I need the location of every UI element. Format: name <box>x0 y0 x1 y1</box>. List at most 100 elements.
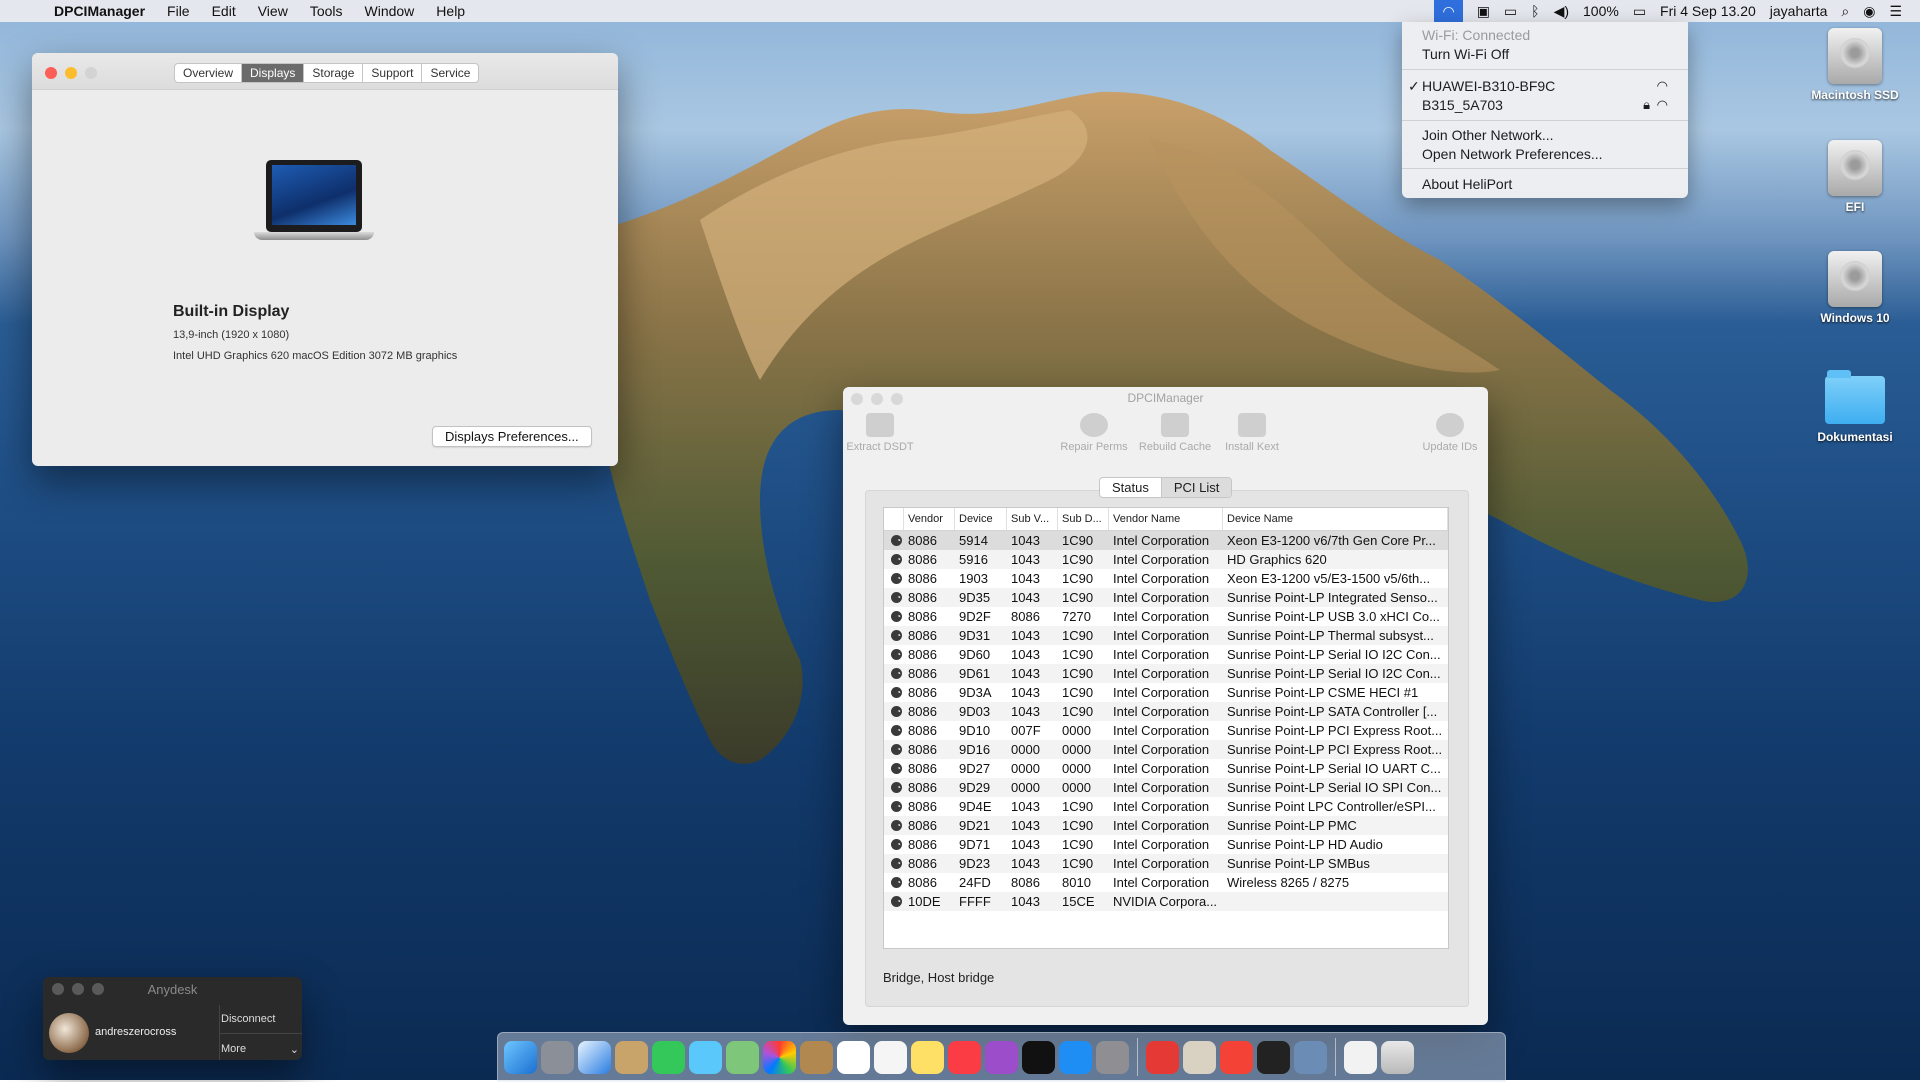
clock[interactable]: Fri 4 Sep 13.20 <box>1660 3 1756 19</box>
apple-tv-icon[interactable] <box>1022 1040 1055 1074</box>
repair-perms-button[interactable]: Repair Perms <box>1054 413 1134 453</box>
tab-support[interactable]: Support <box>363 64 423 82</box>
reminders-icon[interactable] <box>874 1040 907 1074</box>
device-name-cell: Sunrise Point-LP PCI Express Root... <box>1227 742 1443 757</box>
menu-view[interactable]: View <box>258 3 288 19</box>
table-row[interactable]: ◔ 8086 9D21 1043 1C90 Intel Corporation Sunris… <box>884 816 1448 835</box>
airplay-icon[interactable]: ▭ <box>1504 3 1517 20</box>
sub-device-cell: 1C90 <box>1062 571 1094 586</box>
documents-stack-icon[interactable] <box>1344 1040 1377 1074</box>
maps-icon[interactable] <box>726 1040 759 1074</box>
zoom-button[interactable] <box>85 67 97 79</box>
about-heliport[interactable]: About HeliPort <box>1422 176 1512 192</box>
menu-edit[interactable]: Edit <box>212 3 236 19</box>
close-button[interactable] <box>45 67 57 79</box>
column-header-device[interactable]: Device <box>955 508 1007 530</box>
extract-dsdt-button[interactable]: Extract DSDT <box>843 413 920 453</box>
column-header-vendor-name[interactable]: Vendor Name <box>1109 508 1223 530</box>
minimize-button[interactable] <box>65 67 77 79</box>
table-row[interactable]: ◔ 10DE FFFF 1043 15CE NVIDIA Corpora... <box>884 892 1448 911</box>
table-row[interactable]: ◔ 8086 9D61 1043 1C90 Intel Corporation Sunris… <box>884 664 1448 683</box>
update-ids-button[interactable]: Update IDs <box>1410 413 1488 453</box>
tab-displays[interactable]: Displays <box>242 64 305 82</box>
table-row[interactable]: ◔ 8086 9D3A 1043 1C90 Intel Corporation Sunris… <box>884 683 1448 702</box>
terminal-icon[interactable] <box>1257 1040 1290 1074</box>
volume-icon[interactable]: ◀) <box>1554 3 1569 20</box>
tab-overview[interactable]: Overview <box>175 64 243 82</box>
rebuild-cache-button[interactable]: Rebuild Cache <box>1135 413 1215 453</box>
install-kext-button[interactable]: Install Kext <box>1212 413 1292 453</box>
join-other-network[interactable]: Join Other Network... <box>1422 127 1554 143</box>
menu-help[interactable]: Help <box>436 3 465 19</box>
messages-icon[interactable] <box>689 1040 722 1074</box>
wifi-icon[interactable]: ◠ <box>1434 0 1463 22</box>
menu-bar: DPCIManager File Edit View Tools Window … <box>0 0 1920 22</box>
user-name[interactable]: jayaharta <box>1770 3 1828 19</box>
table-row[interactable]: ◔ 8086 9D23 1043 1C90 Intel Corporation Sunris… <box>884 854 1448 873</box>
table-row[interactable]: ◔ 8086 9D29 0000 0000 Intel Corporation Sunris… <box>884 778 1448 797</box>
more-button[interactable]: More ⌄ <box>221 1043 299 1056</box>
photos-icon[interactable] <box>763 1040 796 1074</box>
tab-storage[interactable]: Storage <box>304 64 364 82</box>
spotlight-icon[interactable]: ⌕ <box>1841 3 1849 20</box>
displays-preferences-button[interactable]: Displays Preferences... <box>432 426 592 447</box>
menu-tools[interactable]: Tools <box>310 3 343 19</box>
column-header-sub-vendor[interactable]: Sub V... <box>1007 508 1058 530</box>
script-editor-icon[interactable] <box>1183 1040 1216 1074</box>
notification-center-icon[interactable]: ☰ <box>1889 3 1902 20</box>
tab-service[interactable]: Service <box>422 64 478 82</box>
table-row[interactable]: ◔ 8086 9D03 1043 1C90 Intel Corporation Sunris… <box>884 702 1448 721</box>
table-row[interactable]: ◔ 8086 9D16 0000 0000 Intel Corporation Sunris… <box>884 740 1448 759</box>
desktop-icon-windows-10[interactable]: Windows 10 <box>1800 251 1910 325</box>
anydesk-icon[interactable] <box>1146 1040 1179 1074</box>
facetime-icon[interactable] <box>652 1040 685 1074</box>
launchpad-icon[interactable] <box>541 1040 574 1074</box>
desktop-icon-dokumentasi[interactable]: Dokumentasi <box>1800 370 1910 444</box>
table-row[interactable]: ◔ 8086 9D35 1043 1C90 Intel Corporation Sunris… <box>884 588 1448 607</box>
desktop-icon-macintosh-ssd[interactable]: Macintosh SSD <box>1800 28 1910 102</box>
table-row[interactable]: ◔ 8086 24FD 8086 8010 Intel Corporation Wirele… <box>884 873 1448 892</box>
safari-icon[interactable] <box>578 1040 611 1074</box>
battery-icon[interactable]: ▭ <box>1633 3 1646 20</box>
notes-icon[interactable] <box>911 1040 944 1074</box>
table-row[interactable]: ◔ 8086 9D60 1043 1C90 Intel Corporation Sunris… <box>884 645 1448 664</box>
display-name: Built-in Display <box>173 303 290 320</box>
system-preferences-icon[interactable] <box>1096 1040 1129 1074</box>
app-store-icon[interactable] <box>1059 1040 1092 1074</box>
disconnect-button[interactable]: Disconnect <box>221 1013 275 1025</box>
desktop-icon-efi[interactable]: EFI <box>1800 140 1910 214</box>
tab-status[interactable]: Status <box>1100 478 1162 497</box>
table-row[interactable]: ◔ 8086 5916 1043 1C90 Intel Corporation HD Gra… <box>884 550 1448 569</box>
column-header-sub-device[interactable]: Sub D... <box>1058 508 1109 530</box>
menu-window[interactable]: Window <box>365 3 415 19</box>
table-row[interactable]: ◔ 8086 9D27 0000 0000 Intel Corporation Sunris… <box>884 759 1448 778</box>
table-row[interactable]: ◔ 8086 9D4E 1043 1C90 Intel Corporation Sunris… <box>884 797 1448 816</box>
dpcimanager-icon[interactable] <box>1294 1040 1327 1074</box>
bluetooth-icon[interactable]: ᛒ <box>1531 3 1539 19</box>
anydesk-alt-icon[interactable] <box>1220 1040 1253 1074</box>
table-row[interactable]: ◔ 8086 9D10 007F 0000 Intel Corporation Sunris… <box>884 721 1448 740</box>
column-header-vendor[interactable]: Vendor <box>904 508 955 530</box>
trash-icon[interactable] <box>1381 1040 1414 1074</box>
activity-icon[interactable]: ▣ <box>1477 3 1490 20</box>
menu-file[interactable]: File <box>167 3 190 19</box>
table-row[interactable]: ◔ 8086 9D31 1043 1C90 Intel Corporation Sunris… <box>884 626 1448 645</box>
podcasts-icon[interactable] <box>985 1040 1018 1074</box>
menu-app-name[interactable]: DPCIManager <box>54 3 145 19</box>
network-item-huawei[interactable]: ✓ HUAWEI-B310-BF9C ◠ <box>1408 78 1668 94</box>
preview-icon[interactable] <box>615 1040 648 1074</box>
turn-wifi-off[interactable]: Turn Wi-Fi Off <box>1422 46 1509 62</box>
finder-icon[interactable] <box>504 1040 537 1074</box>
music-icon[interactable] <box>948 1040 981 1074</box>
open-network-preferences[interactable]: Open Network Preferences... <box>1422 146 1603 162</box>
calendar-icon[interactable] <box>837 1040 870 1074</box>
table-row[interactable]: ◔ 8086 9D2F 8086 7270 Intel Corporation Sunris… <box>884 607 1448 626</box>
table-row[interactable]: ◔ 8086 1903 1043 1C90 Intel Corporation Xeon E… <box>884 569 1448 588</box>
tab-pci-list[interactable]: PCI List <box>1161 478 1232 497</box>
siri-icon[interactable]: ◉ <box>1863 3 1875 20</box>
contacts-icon[interactable] <box>800 1040 833 1074</box>
column-header-device-name[interactable]: Device Name <box>1223 508 1448 530</box>
table-row[interactable]: ◔ 8086 9D71 1043 1C90 Intel Corporation Sunris… <box>884 835 1448 854</box>
network-item-b315[interactable]: B315_5A703 🔒︎ ◠ <box>1422 97 1668 113</box>
table-row[interactable]: ◔ 8086 5914 1043 1C90 Intel Corporation Xeon E… <box>884 531 1448 550</box>
